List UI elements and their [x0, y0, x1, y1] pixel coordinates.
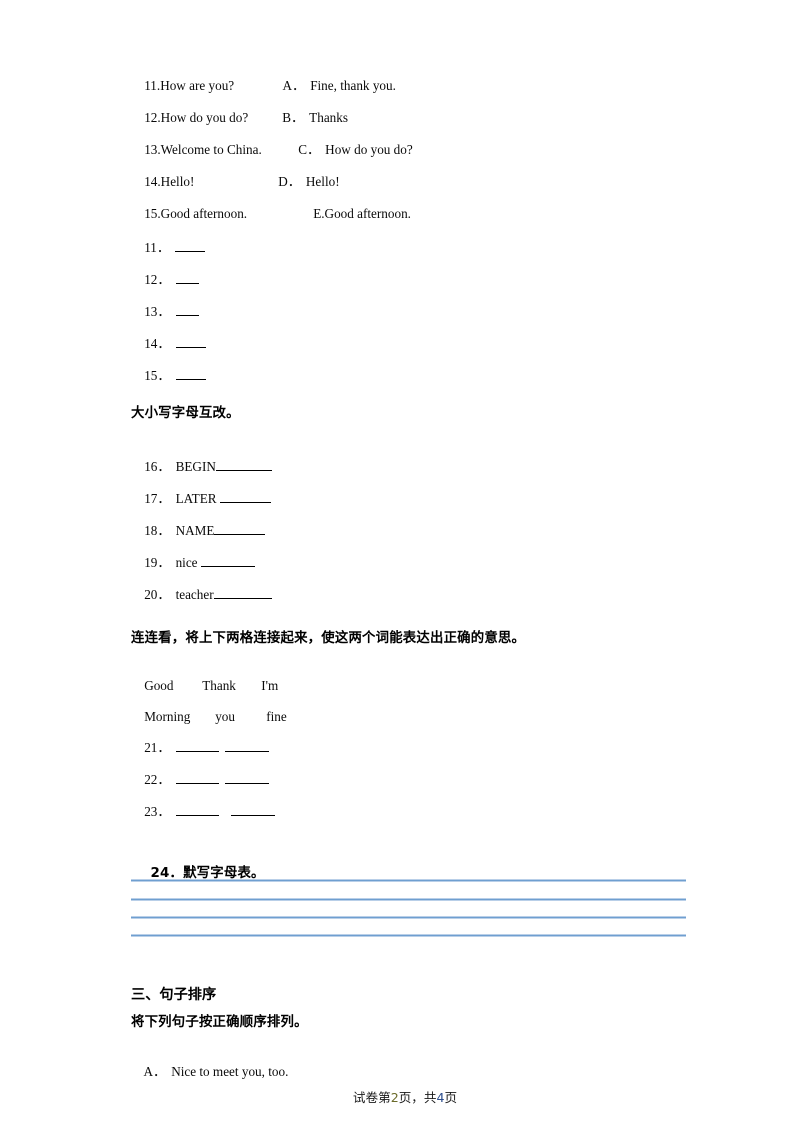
footer-label-suffix: 页: [444, 1090, 458, 1105]
footer-label-prefix: 试卷第: [352, 1090, 391, 1105]
match-prompt-text-11: How are you?: [160, 78, 235, 93]
answer-blank-14[interactable]: [175, 336, 206, 348]
connect-word-top-1: Good: [144, 678, 174, 693]
connect-answer-blank-23b[interactable]: [230, 804, 275, 816]
connect-word-top-2: Thank: [202, 678, 236, 693]
match-option-letter-e: E.: [313, 206, 325, 221]
writing-rule-line-3: [131, 916, 686, 919]
match-option-letter-b: B．: [282, 110, 305, 125]
writing-rule-line-1: [131, 879, 686, 882]
answer-blank-15[interactable]: [175, 368, 206, 380]
answer-blank-12[interactable]: [175, 272, 199, 284]
match-prompt-index-13: 13.: [144, 142, 161, 157]
case-change-blank-16[interactable]: [215, 459, 272, 471]
connect-answer-row-23: 23．: [131, 788, 275, 836]
answer-row-15: 15．: [131, 352, 206, 400]
connect-word-bottom-3: fine: [266, 709, 287, 724]
case-change-word-16: BEGIN: [175, 459, 216, 474]
connect-heading: 连连看，将上下两格连接起来，使这两个词能表达出正确的意思。: [131, 631, 526, 646]
case-change-blank-19[interactable]: [200, 555, 255, 567]
match-prompt-index-11: 11.: [144, 78, 161, 93]
connect-word-top-3: I'm: [261, 678, 279, 693]
match-option-letter-d: D．: [278, 174, 301, 189]
match-prompt-index-14: 14.: [144, 174, 161, 189]
page-footer: 试卷第2页，共4页: [0, 1072, 794, 1121]
match-prompt-index-15: 15.: [144, 206, 161, 221]
connect-word-bottom-2: you: [215, 709, 235, 724]
case-change-word-18: NAME: [175, 523, 215, 538]
case-change-index-18: 18．: [144, 523, 171, 538]
connect-answer-blank-22a[interactable]: [175, 772, 219, 784]
connect-answer-blank-23a[interactable]: [175, 804, 219, 816]
answer-blank-11[interactable]: [175, 240, 206, 252]
answer-blank-13[interactable]: [175, 304, 199, 316]
case-change-word-20: teacher: [175, 587, 214, 602]
section-three-title: 三、句子排序: [131, 987, 217, 1003]
footer-page-number: 2: [390, 1090, 399, 1105]
case-change-index-19: 19．: [144, 555, 171, 570]
case-change-index-17: 17．: [144, 491, 171, 506]
case-change-index-16: 16．: [144, 459, 171, 474]
connect-answer-index-23: 23．: [144, 804, 171, 819]
match-prompt-text-13: Welcome to China.: [160, 142, 262, 157]
match-option-text-c: How do you do?: [325, 142, 413, 157]
match-option-text-a: Fine, thank you.: [310, 78, 396, 93]
case-change-blank-17[interactable]: [219, 491, 271, 503]
answer-index-11: 11．: [144, 240, 171, 255]
match-option-text-e: Good afternoon.: [324, 206, 411, 221]
match-prompt-text-12: How do you do?: [160, 110, 249, 125]
alphabet-task-heading: 24．默写字母表。: [131, 848, 265, 899]
connect-answer-blank-21b[interactable]: [224, 740, 269, 752]
match-option-text-b: Thanks: [309, 110, 348, 125]
match-option-e: E.Good afternoon.: [300, 190, 411, 238]
case-change-word-17: LATER: [175, 491, 220, 506]
case-change-row-20: 20． teacher: [131, 571, 272, 619]
connect-answer-blank-22b[interactable]: [224, 772, 269, 784]
match-prompt-text-15: Good afternoon.: [160, 206, 248, 221]
connect-answer-index-22: 22．: [144, 772, 171, 787]
connect-word-bottom-1: Morning: [144, 709, 191, 724]
case-change-index-20: 20．: [144, 587, 171, 602]
answer-index-14: 14．: [144, 336, 171, 351]
footer-label-mid: 页，共: [398, 1090, 437, 1105]
case-change-word-19: nice: [175, 555, 201, 570]
answer-index-12: 12．: [144, 272, 171, 287]
match-prompt-text-14: Hello!: [160, 174, 195, 189]
match-option-letter-a: A．: [282, 78, 306, 93]
writing-rule-line-4: [131, 934, 686, 937]
footer-total-pages: 4: [436, 1090, 445, 1105]
case-change-blank-18[interactable]: [214, 523, 266, 535]
connect-answer-index-21: 21．: [144, 740, 171, 755]
match-option-letter-c: C．: [298, 142, 321, 157]
match-option-text-d: Hello!: [305, 174, 340, 189]
writing-rule-line-2: [131, 898, 686, 901]
connect-answer-blank-21a[interactable]: [175, 740, 219, 752]
case-change-heading: 大小写字母互改。: [131, 406, 240, 421]
section-three-instruction: 将下列句子按正确顺序排列。: [131, 1015, 308, 1030]
answer-index-13: 13．: [144, 304, 171, 319]
match-prompt-index-12: 12.: [144, 110, 161, 125]
case-change-blank-20[interactable]: [213, 587, 272, 599]
exam-page: 11.How are you? A． Fine, thank you. 12.Ho…: [0, 0, 794, 1123]
answer-index-15: 15．: [144, 368, 171, 383]
